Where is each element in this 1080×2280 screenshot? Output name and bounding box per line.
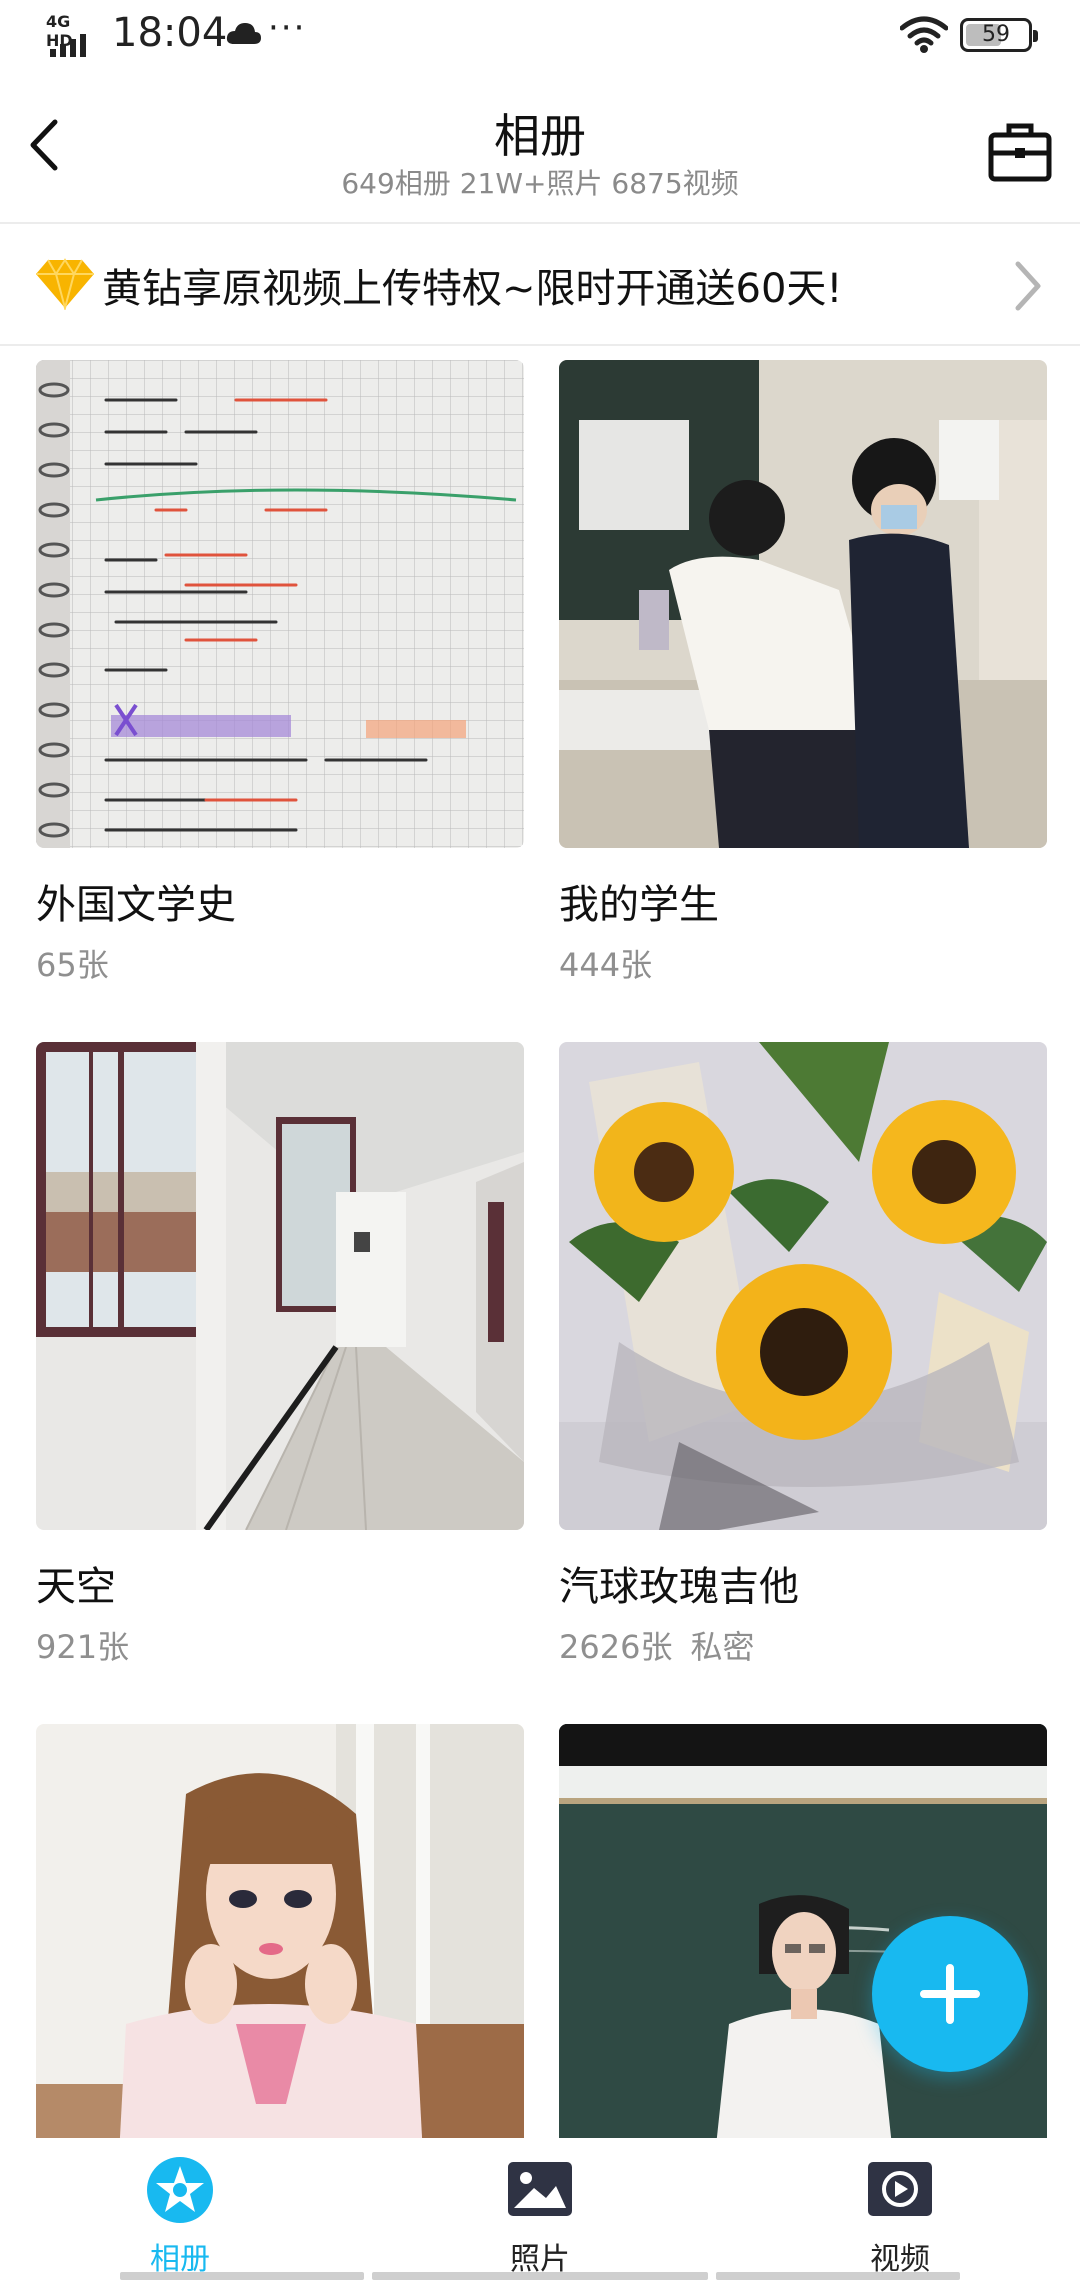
private-badge: 私密 xyxy=(690,1628,755,1666)
album-name: 汽球玫瑰吉他 xyxy=(559,1564,799,1610)
album-cover xyxy=(36,360,524,848)
album-photo-count: 65张 xyxy=(36,946,109,984)
nav-tab-videos[interactable]: 视频 xyxy=(800,2156,1000,2277)
album-grid: 外国文学史 65张 我的学生 444张 天空 921张 汽球玫瑰吉他 2626张… xyxy=(0,346,1080,2138)
promo-text: 黄钻享原视频上传特权~限时开通送60天! xyxy=(102,266,843,312)
album-count-text: 2626张 xyxy=(559,1628,673,1666)
vip-promo-banner[interactable]: 黄钻享原视频上传特权~限时开通送60天! xyxy=(0,226,1080,346)
nav-tab-photos[interactable]: 照片 xyxy=(440,2156,640,2277)
album-photo-count: 444张 xyxy=(559,946,653,984)
more-notifications-icon: ··· xyxy=(268,8,307,48)
album-cover xyxy=(559,1042,1047,1530)
toolbox-button[interactable] xyxy=(980,114,1060,190)
status-bar: 4G HD 18:04 ··· 59 xyxy=(0,0,1080,72)
plus-icon xyxy=(920,1964,980,2024)
album-photo-count: 921张 xyxy=(36,1628,130,1666)
yellow-diamond-icon xyxy=(36,258,94,310)
gesture-bar xyxy=(120,2272,960,2280)
cloud-icon xyxy=(226,23,261,44)
nav-tab-albums[interactable]: 相册 xyxy=(80,2156,280,2277)
album-star-icon xyxy=(147,2157,213,2223)
album-name: 天空 xyxy=(36,1564,116,1610)
page-title: 相册 xyxy=(494,109,586,163)
album-photo-count: 2626张 私密 xyxy=(559,1622,754,1668)
photo-icon xyxy=(508,2162,572,2216)
album-cover xyxy=(36,1724,524,2138)
battery-level: 59 xyxy=(982,22,1010,47)
album-name: 外国文学史 xyxy=(36,882,236,928)
cellular-signal-icon: 4G HD xyxy=(46,12,102,57)
video-play-icon xyxy=(868,2162,932,2216)
album-cover xyxy=(559,360,1047,848)
clock: 18:04 xyxy=(112,10,228,56)
album-stats: 649相册 21W+照片 6875视频 xyxy=(341,167,739,200)
album-name: 我的学生 xyxy=(559,882,719,928)
album-cover xyxy=(36,1042,524,1530)
battery-icon: 59 xyxy=(960,18,1038,52)
toolbox-icon xyxy=(988,123,1052,182)
wifi-icon xyxy=(900,16,948,53)
add-album-button[interactable] xyxy=(872,1916,1028,2072)
chevron-right-icon xyxy=(1015,261,1041,311)
bottom-navigation: 相册 照片 视频 xyxy=(0,2138,1080,2280)
header: 相册 649相册 21W+照片 6875视频 xyxy=(0,72,1080,224)
